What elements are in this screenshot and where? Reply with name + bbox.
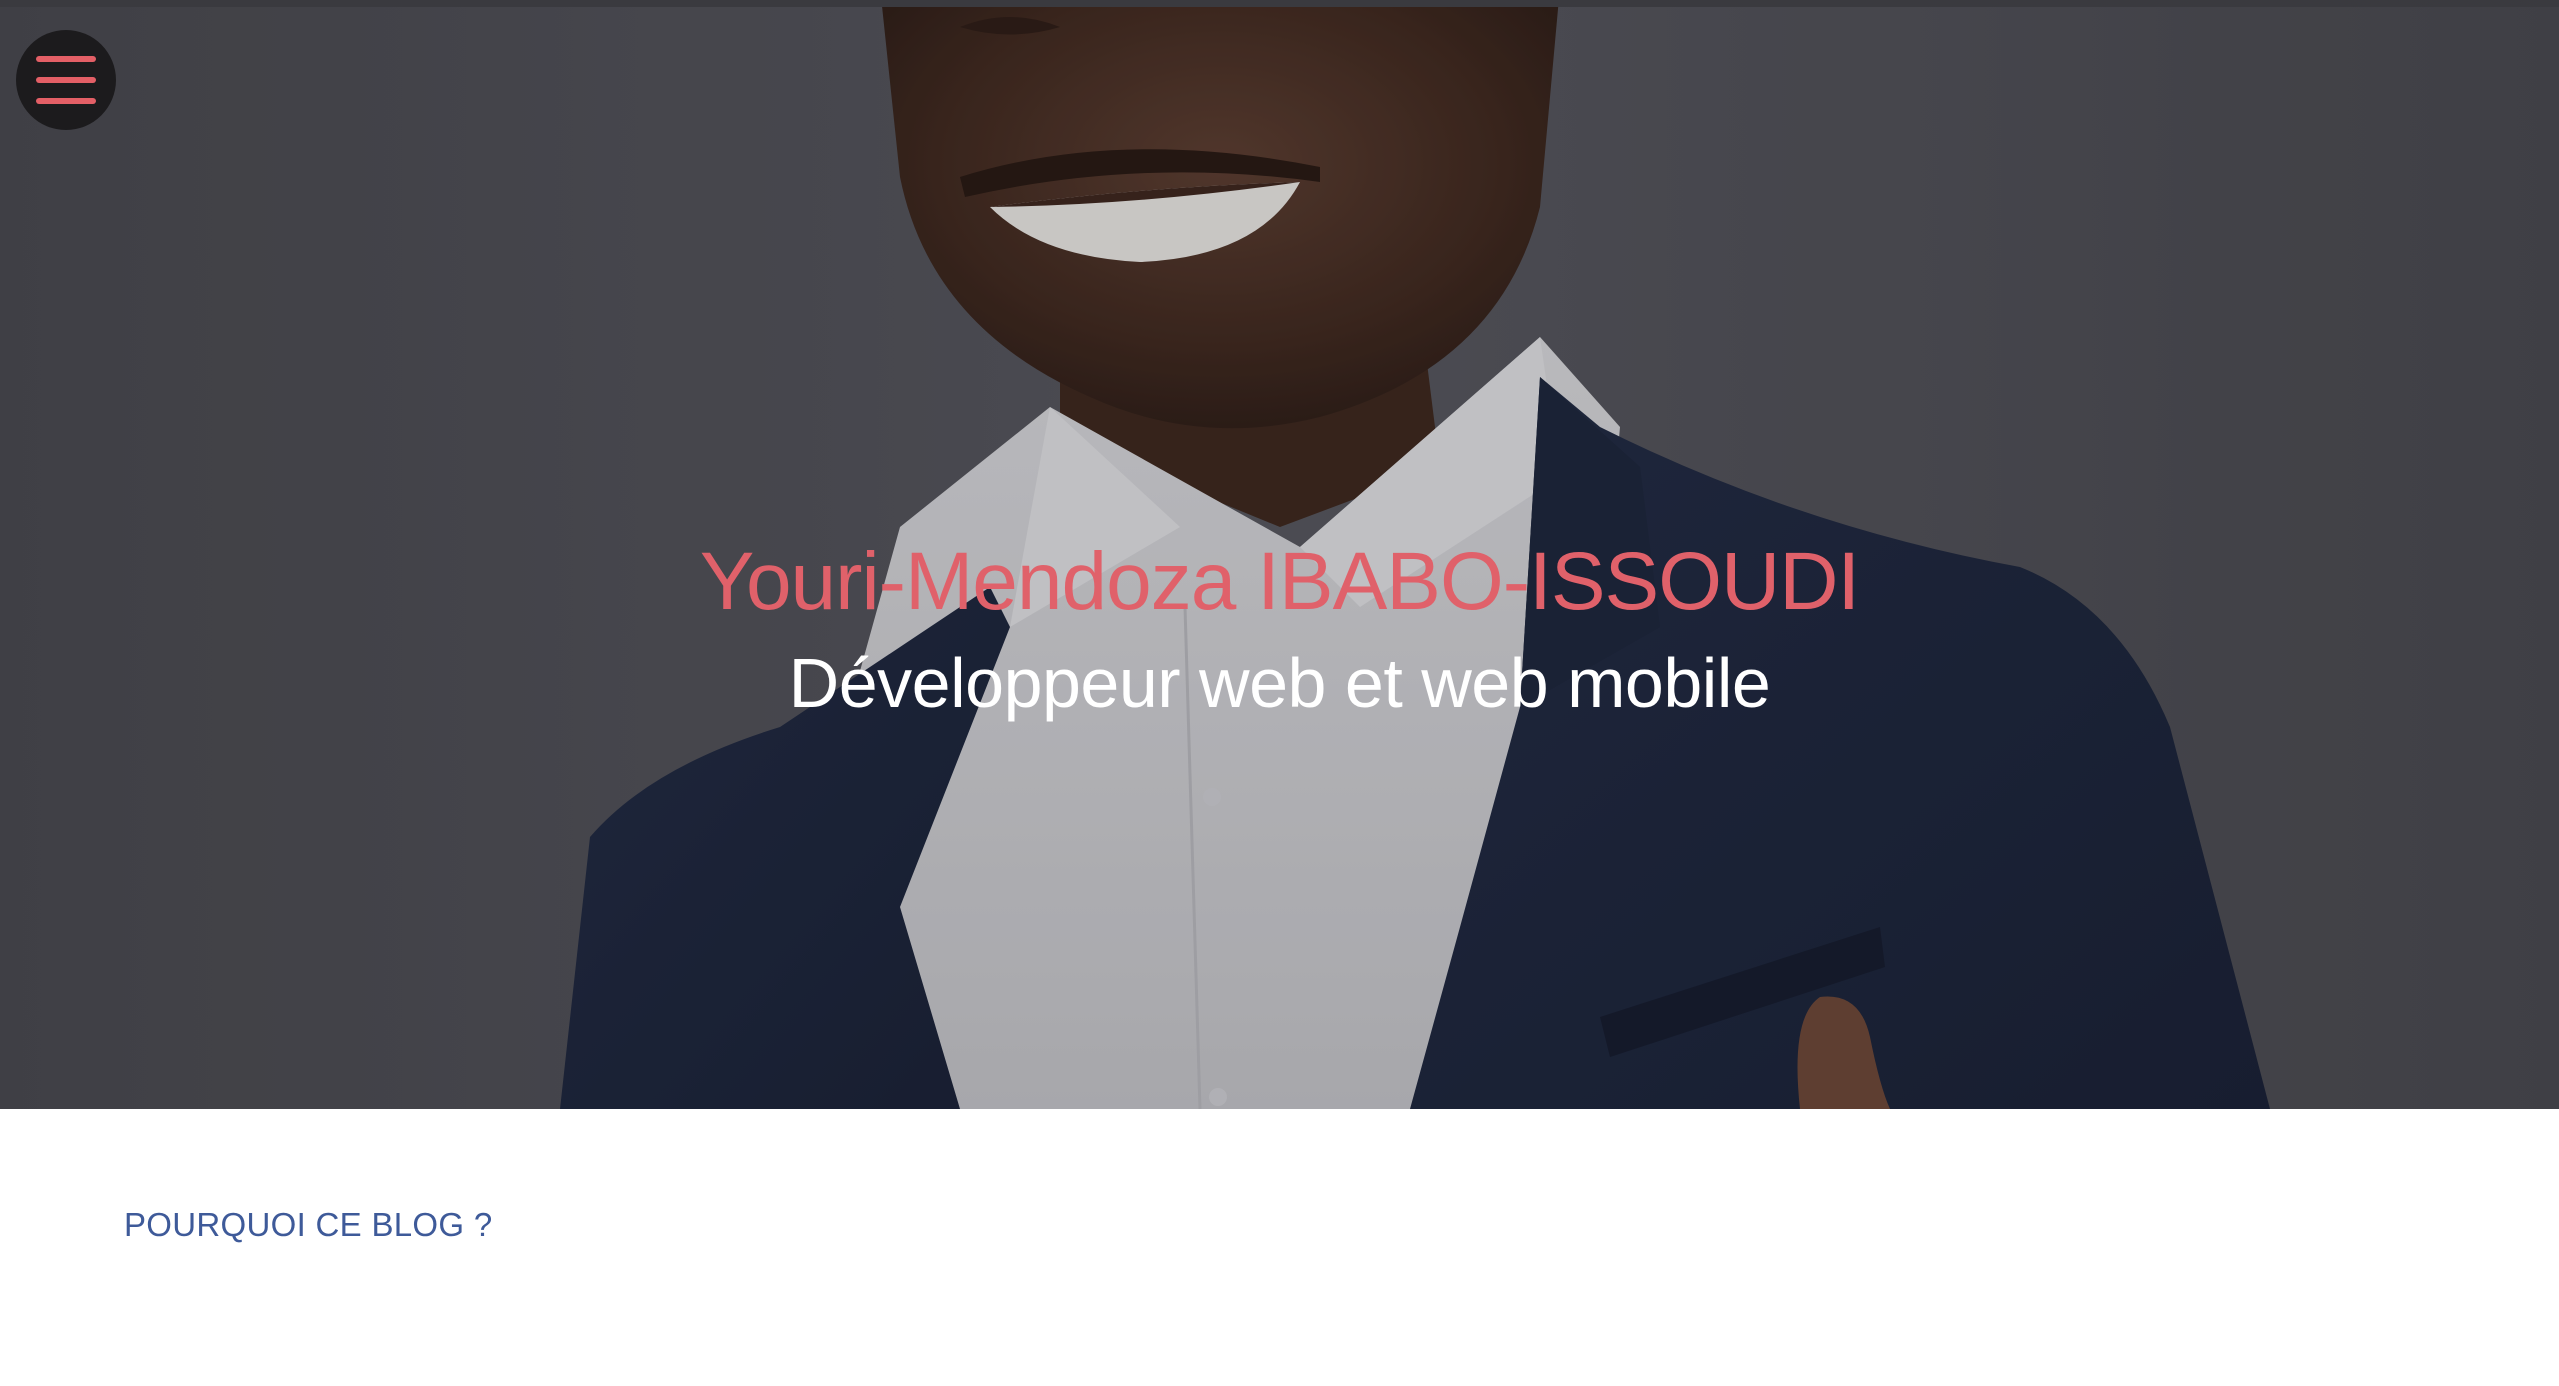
author-role: Développeur web et web mobile [788,644,1771,722]
section-heading: POURQUOI CE BLOG ? [124,1206,493,1243]
hero-banner: Youri-Mendoza IBABO-ISSOUDI Développeur … [0,7,2559,1109]
menu-toggle-button[interactable] [16,30,116,130]
hamburger-icon [36,56,96,62]
hamburger-icon-bar [36,77,96,83]
hamburger-icon-bar [36,98,96,104]
browser-top-bar [0,0,2559,7]
author-name: Youri-Mendoza IBABO-ISSOUDI [699,536,1860,627]
main-content: POURQUOI CE BLOG ? [0,1109,2559,1386]
hero-text-block: Youri-Mendoza IBABO-ISSOUDI Développeur … [0,527,2559,729]
